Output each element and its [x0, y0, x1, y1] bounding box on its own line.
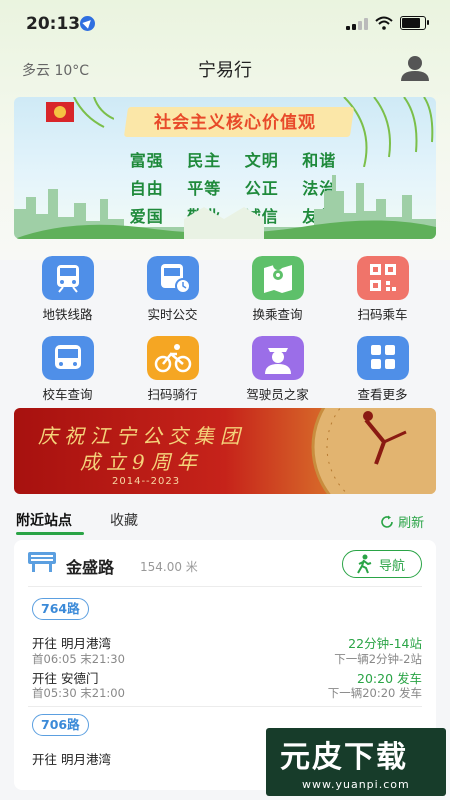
driver-icon	[252, 336, 304, 380]
divider	[28, 706, 422, 707]
metro-icon	[42, 256, 94, 300]
clock-illustration	[311, 408, 436, 494]
service-label: 查看更多	[357, 387, 408, 402]
service-label: 扫码骑行	[147, 387, 198, 402]
anniversary-years: 2014--2023	[112, 476, 181, 487]
tab-favorites[interactable]: 收藏	[110, 510, 138, 530]
app-title: 宁易行	[198, 60, 252, 81]
line-destination[interactable]: 开往 明月港湾	[32, 749, 111, 768]
service-realtime-bus[interactable]: 实时公交	[120, 250, 225, 322]
service-view-more[interactable]: 查看更多	[330, 330, 435, 402]
transfer-map-icon	[252, 256, 304, 300]
active-tab-indicator	[16, 532, 84, 535]
service-label: 扫码乘车	[357, 307, 408, 322]
service-label: 换乘查询	[252, 307, 303, 322]
value-text: 文明	[244, 151, 279, 170]
watermark-logo: 元皮下载 www.yuanpi.com	[266, 728, 446, 796]
user-profile-icon[interactable]	[400, 54, 430, 82]
service-transfer-query[interactable]: 换乘查询	[225, 250, 330, 322]
city-skyline-illustration	[14, 175, 436, 239]
station-distance: 154.00 米	[140, 560, 198, 574]
station-name: 金盛路	[66, 558, 115, 577]
divider	[28, 586, 422, 587]
left-willow-decoration	[73, 97, 114, 128]
watermark-url: www.yuanpi.com	[302, 778, 410, 791]
service-school-bus[interactable]: 校车查询	[15, 330, 120, 402]
line-schedule: 首05:30 末21:00	[32, 686, 125, 700]
line-eta: 22分钟-14站	[348, 636, 422, 651]
anniversary-banner[interactable]: 庆祝江宁公交集团 成立9周年 2014--2023	[14, 408, 436, 494]
school-bus-icon	[42, 336, 94, 380]
status-time: 20:13	[26, 14, 81, 34]
watermark-text: 元皮下载	[280, 740, 408, 775]
service-scan-to-ride[interactable]: 扫码乘车	[330, 250, 435, 322]
refresh-icon	[381, 515, 393, 528]
route-badge[interactable]: 764路	[32, 598, 89, 620]
anniversary-subtitle: 成立9周年	[80, 450, 203, 474]
location-arrow-icon	[80, 16, 95, 31]
service-scan-to-cycle[interactable]: 扫码骑行	[120, 330, 225, 402]
status-bar: 20:13	[0, 0, 450, 48]
app-header: 多云 10°C 宁易行	[0, 48, 450, 88]
line-destination[interactable]: 开往 明月港湾	[32, 633, 111, 652]
line-next-bus: 下一辆2分钟-2站	[334, 652, 422, 666]
service-label: 校车查询	[42, 387, 93, 402]
service-label: 实时公交	[147, 307, 198, 322]
banner-title: 社会主义核心价值观	[154, 113, 316, 133]
service-label: 地铁线路	[42, 307, 93, 322]
bus-icon	[147, 256, 199, 300]
value-text: 民主	[187, 151, 222, 170]
signal-icon	[346, 18, 368, 30]
value-text: 和谐	[302, 151, 337, 170]
qr-code-icon	[357, 256, 409, 300]
tab-nearby-stations[interactable]: 附近站点	[16, 510, 72, 530]
anniversary-title: 庆祝江宁公交集团	[38, 424, 246, 448]
bicycle-icon	[147, 336, 199, 380]
refresh-label: 刷新	[398, 516, 425, 531]
line-schedule: 首06:05 末21:30	[32, 652, 125, 666]
more-icon	[357, 336, 409, 380]
service-drivers-home[interactable]: 驾驶员之家	[225, 330, 330, 402]
walking-person-icon	[357, 554, 372, 574]
station-tabs: 附近站点 收藏 刷新	[0, 504, 450, 535]
core-values-banner[interactable]: 社会主义核心价值观 富强 民主 文明 和谐 自由 平等 公正 法治 爱国 敬业 …	[14, 97, 436, 239]
refresh-button[interactable]: 刷新	[380, 512, 424, 531]
service-label: 驾驶员之家	[246, 387, 309, 402]
navigate-button[interactable]: 导航	[342, 550, 422, 578]
bus-stop-icon	[28, 552, 56, 572]
battery-icon	[400, 16, 429, 30]
line-next-bus: 下一辆20:20 发车	[327, 686, 422, 700]
wifi-icon	[375, 16, 393, 30]
service-metro-lines[interactable]: 地铁线路	[15, 250, 120, 322]
navigate-label: 导航	[379, 559, 406, 574]
route-badge[interactable]: 706路	[32, 714, 89, 736]
value-text: 富强	[129, 151, 164, 170]
